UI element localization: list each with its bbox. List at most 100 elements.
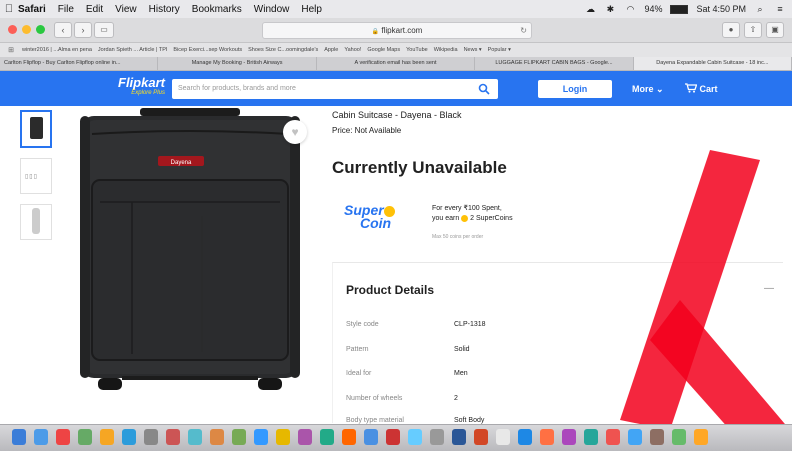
thumbnail-dimensions[interactable]: ▯▯▯ — [20, 158, 52, 194]
spec-value: Soft Body — [454, 417, 485, 424]
dock-app-icon[interactable] — [276, 429, 290, 445]
menu-app-name[interactable]: Safari — [18, 4, 46, 15]
dock-app-icon[interactable] — [452, 429, 466, 445]
availability-status: Currently Unavailable — [332, 158, 507, 177]
collapse-icon[interactable]: — — [764, 283, 774, 294]
dock-app-icon[interactable] — [100, 429, 114, 445]
dock-app-icon[interactable] — [210, 429, 224, 445]
dock-app-icon[interactable] — [562, 429, 576, 445]
dock-app-icon[interactable] — [342, 429, 356, 445]
cart-link[interactable]: Cart — [685, 80, 718, 98]
dock-app-icon[interactable] — [144, 429, 158, 445]
dock-app-icon[interactable] — [650, 429, 664, 445]
macos-dock — [0, 424, 792, 451]
dock-app-icon[interactable] — [496, 429, 510, 445]
dock-app-icon[interactable] — [474, 429, 488, 445]
close-window-icon[interactable] — [8, 25, 17, 34]
zoom-window-icon[interactable] — [36, 25, 45, 34]
spotlight-icon[interactable]: ⌕ — [754, 4, 766, 14]
favorite-link[interactable]: Yahoo! — [344, 47, 361, 53]
login-button[interactable]: Login — [538, 80, 612, 98]
coin-icon — [461, 214, 469, 222]
extension-icon[interactable]: ● — [722, 22, 740, 38]
more-menu[interactable]: More ⌄ — [632, 80, 664, 98]
product-main-image[interactable]: Dayena — [62, 106, 318, 396]
wishlist-heart-button[interactable]: ♥ — [283, 120, 307, 144]
favorite-link[interactable]: YouTube — [406, 47, 428, 53]
dock-app-icon[interactable] — [298, 429, 312, 445]
reload-icon[interactable]: ↻ — [520, 23, 527, 38]
dock-app-icon[interactable] — [606, 429, 620, 445]
favorite-folder[interactable]: News ▾ — [464, 47, 482, 53]
browser-tab-active[interactable]: Dayena Expandable Cabin Suitcase - 18 in… — [633, 57, 792, 70]
search-icon[interactable] — [478, 83, 490, 95]
menu-edit[interactable]: Edit — [86, 4, 103, 15]
dock-app-icon[interactable] — [78, 429, 92, 445]
favorite-folder[interactable]: Popular ▾ — [488, 47, 511, 53]
address-bar-url: flipkart.com — [381, 26, 423, 35]
favorite-link[interactable]: Google Maps — [367, 47, 400, 53]
show-tabs-button[interactable]: ▣ — [766, 22, 784, 38]
apple-icon[interactable]:  — [0, 3, 18, 15]
favorite-link[interactable]: Jordan Spieth ... Article | TPI — [98, 47, 168, 53]
top-sites-icon[interactable]: ⊞ — [0, 46, 22, 54]
menu-bookmarks[interactable]: Bookmarks — [192, 4, 242, 15]
toolbar-right-buttons: ● ⇧ ▣ — [722, 22, 784, 38]
favorite-link[interactable]: Wikipedia — [434, 47, 458, 53]
back-button[interactable]: ‹ — [54, 22, 72, 38]
dock-app-icon[interactable] — [12, 429, 26, 445]
dock-app-icon[interactable] — [320, 429, 334, 445]
dock-app-icon[interactable] — [540, 429, 554, 445]
menu-file[interactable]: File — [58, 4, 74, 15]
browser-tab[interactable]: Manage My Booking - British Airways — [158, 57, 317, 70]
dock-app-icon[interactable] — [408, 429, 422, 445]
battery-icon[interactable] — [670, 4, 689, 14]
dock-app-icon[interactable] — [628, 429, 642, 445]
supercoin-line2-post: 2 SuperCoins — [470, 215, 513, 222]
dock-app-icon[interactable] — [122, 429, 136, 445]
dock-app-icon[interactable] — [188, 429, 202, 445]
cart-label: Cart — [699, 84, 718, 94]
dock-app-icon[interactable] — [254, 429, 268, 445]
thumbnail-suitcase-front[interactable] — [20, 110, 52, 148]
dock-app-icon[interactable] — [672, 429, 686, 445]
search-input[interactable]: Search for products, brands and more — [172, 79, 498, 99]
dock-app-icon[interactable] — [430, 429, 444, 445]
dock-app-icon[interactable] — [694, 429, 708, 445]
menu-history[interactable]: History — [149, 4, 180, 15]
dock-app-icon[interactable] — [518, 429, 532, 445]
dock-app-icon[interactable] — [386, 429, 400, 445]
bluetooth-icon[interactable]: ✱ — [604, 4, 616, 14]
share-button[interactable]: ⇧ — [744, 22, 762, 38]
dock-app-icon[interactable] — [584, 429, 598, 445]
notification-center-icon[interactable]: ≡ — [774, 4, 786, 14]
wifi-icon[interactable]: ◠ — [624, 4, 636, 14]
address-bar[interactable]: 🔒 flipkart.com ↻ — [262, 22, 532, 39]
minimize-window-icon[interactable] — [22, 25, 31, 34]
favorite-link[interactable]: Shoes Size C...oomingdale's — [248, 47, 318, 53]
dock-app-icon[interactable] — [166, 429, 180, 445]
flipkart-logo[interactable]: Flipkart Explore Plus — [118, 75, 165, 97]
dock-app-icon[interactable] — [232, 429, 246, 445]
favorite-link[interactable]: winter2016 | ...Alma en pena — [22, 47, 92, 53]
forward-button[interactable]: › — [74, 22, 92, 38]
spec-value: Solid — [454, 346, 470, 353]
logo-text: Flipkart — [118, 75, 165, 90]
menubar-clock[interactable]: Sat 4:50 PM — [696, 4, 746, 14]
product-details-heading[interactable]: Product Details — [346, 283, 434, 297]
favorite-link[interactable]: Apple — [324, 47, 338, 53]
dock-app-icon[interactable] — [34, 429, 48, 445]
browser-tab[interactable]: LUGGAGE FLIPKART CABIN BAGS - Google... — [475, 57, 634, 70]
menu-view[interactable]: View — [115, 4, 137, 15]
safari-toolbar: ‹ › ▭ 🔒 flipkart.com ↻ ● ⇧ ▣ — [0, 18, 792, 43]
browser-tab[interactable]: A verification email has been sent — [317, 57, 476, 70]
cloud-icon[interactable]: ☁ — [584, 4, 596, 14]
dock-app-icon[interactable] — [56, 429, 70, 445]
menu-help[interactable]: Help — [301, 4, 322, 15]
dock-app-icon[interactable] — [364, 429, 378, 445]
sidebar-toggle-button[interactable]: ▭ — [94, 22, 114, 38]
browser-tab[interactable]: Carlton Flipflop - Buy Carlton Flipflop … — [0, 57, 159, 70]
menu-window[interactable]: Window — [254, 4, 290, 15]
thumbnail-size-person[interactable] — [20, 204, 52, 240]
favorite-link[interactable]: Bicep Exerci...sep Workouts — [173, 47, 242, 53]
